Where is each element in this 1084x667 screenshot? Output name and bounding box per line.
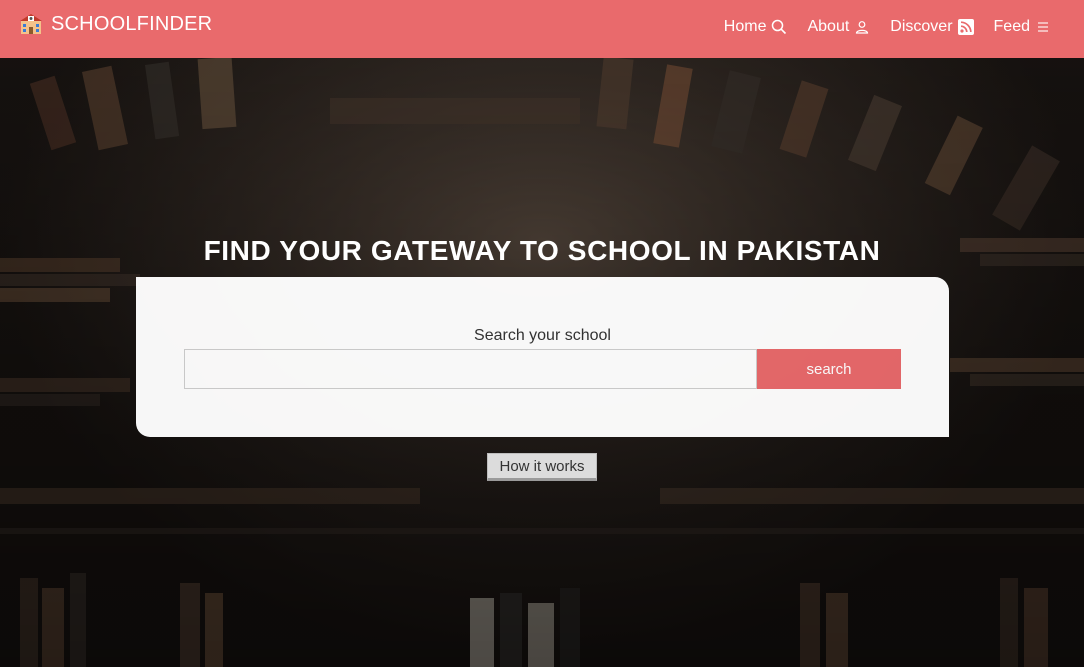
nav-item-label: Home bbox=[723, 18, 767, 35]
nav-item-label: Discover bbox=[890, 18, 953, 35]
hero-title: FIND YOUR GATEWAY TO SCHOOL IN PAKISTAN bbox=[203, 235, 881, 266]
nav-item-label: Feed bbox=[993, 18, 1030, 35]
rss-feed-icon bbox=[957, 19, 974, 35]
brand-name: SCHOOLFINDER bbox=[51, 12, 213, 35]
nav-item-discover[interactable]: Discover bbox=[890, 18, 974, 36]
nav-item-home[interactable]: Home bbox=[724, 18, 788, 36]
search-panel: Search your school search bbox=[136, 277, 949, 437]
top-navbar: SCHOOLFINDER Home About Discover Feed bbox=[0, 0, 1084, 58]
school-building-icon bbox=[19, 12, 43, 36]
search-icon bbox=[771, 19, 787, 35]
user-icon bbox=[854, 19, 870, 35]
how-it-works-button[interactable]: How it works bbox=[487, 453, 597, 481]
nav-item-label: About bbox=[807, 18, 850, 35]
menu-lines-icon bbox=[1035, 19, 1051, 35]
hero-section: FIND YOUR GATEWAY TO SCHOOL IN PAKISTAN … bbox=[0, 58, 1084, 667]
search-label: Search your school bbox=[474, 327, 611, 344]
nav-item-about[interactable]: About bbox=[807, 18, 870, 36]
search-button[interactable]: search bbox=[757, 349, 901, 389]
nav-item-feed[interactable]: Feed bbox=[994, 18, 1051, 36]
search-input[interactable] bbox=[184, 349, 757, 389]
brand-logo[interactable]: SCHOOLFINDER bbox=[19, 12, 212, 36]
nav-menu: Home About Discover Feed bbox=[724, 18, 1051, 36]
